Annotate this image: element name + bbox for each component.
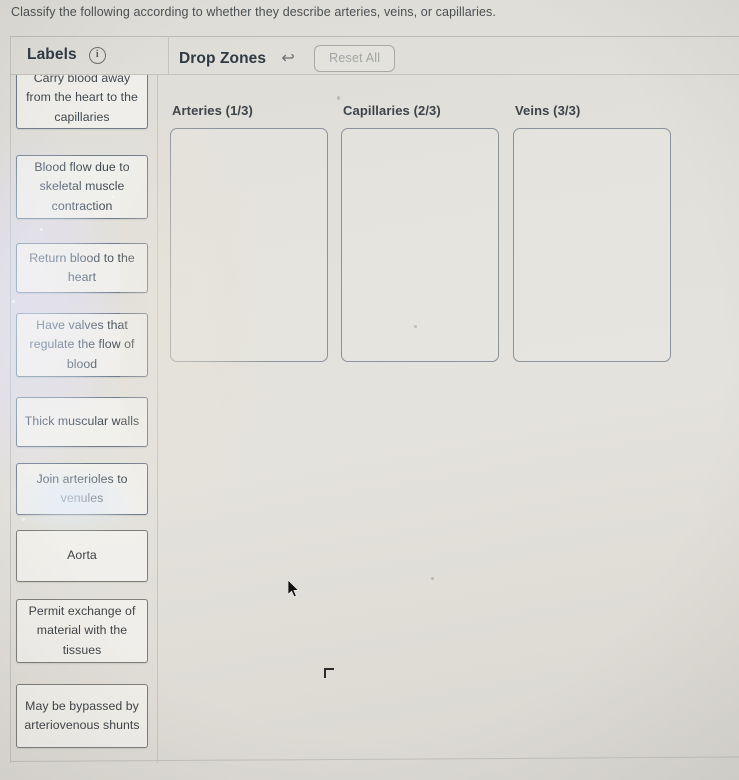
drop-zone-title: Veins (3/3) xyxy=(515,103,581,118)
drop-zones-area: Arteries (1/3) Capillaries (2/3) Veins (3/… xyxy=(158,75,739,763)
label-chip[interactable]: Carry blood away from the heart to the c… xyxy=(16,75,148,129)
dropzones-header-group: Drop Zones ↩ Reset All xyxy=(179,45,396,72)
labels-list[interactable]: Carry blood away from the heart to the c… xyxy=(11,75,157,763)
drop-zone-title: Capillaries (2/3) xyxy=(343,103,441,118)
label-chip[interactable]: Join arterioles to venules xyxy=(16,463,148,515)
drop-zone-target[interactable] xyxy=(170,128,328,362)
labels-header-group: Labels i xyxy=(27,46,106,64)
activity-page: Classify the following according to whet… xyxy=(0,0,739,780)
question-prompt: Classify the following according to whet… xyxy=(11,5,496,19)
panel-header: Labels i Drop Zones ↩ Reset All xyxy=(11,37,739,75)
drop-zone-title: Arteries (1/3) xyxy=(172,103,253,118)
labels-title: Labels xyxy=(27,46,77,63)
label-chip[interactable]: Aorta xyxy=(16,530,148,582)
label-chip[interactable]: Have valves that regulate the flow of bl… xyxy=(16,313,148,377)
label-chip[interactable]: Blood flow due to skeletal muscle contra… xyxy=(16,155,148,219)
label-chip[interactable]: Permit exchange of material with the tis… xyxy=(16,599,148,663)
drop-zone-target[interactable] xyxy=(513,128,671,362)
header-vertical-divider xyxy=(168,37,169,75)
info-circle-icon[interactable]: i xyxy=(88,46,106,64)
label-chip[interactable]: Thick muscular walls xyxy=(16,397,148,447)
label-chip[interactable]: May be bypassed by arteriovenous shunts xyxy=(16,684,148,748)
drop-zone-target[interactable] xyxy=(341,128,499,362)
label-chip[interactable]: Return blood to the heart xyxy=(16,243,148,293)
undo-arrow-icon[interactable]: ↩ xyxy=(280,50,296,67)
dropzones-title: Drop Zones xyxy=(179,49,267,67)
reset-all-button[interactable]: Reset All xyxy=(314,45,396,72)
